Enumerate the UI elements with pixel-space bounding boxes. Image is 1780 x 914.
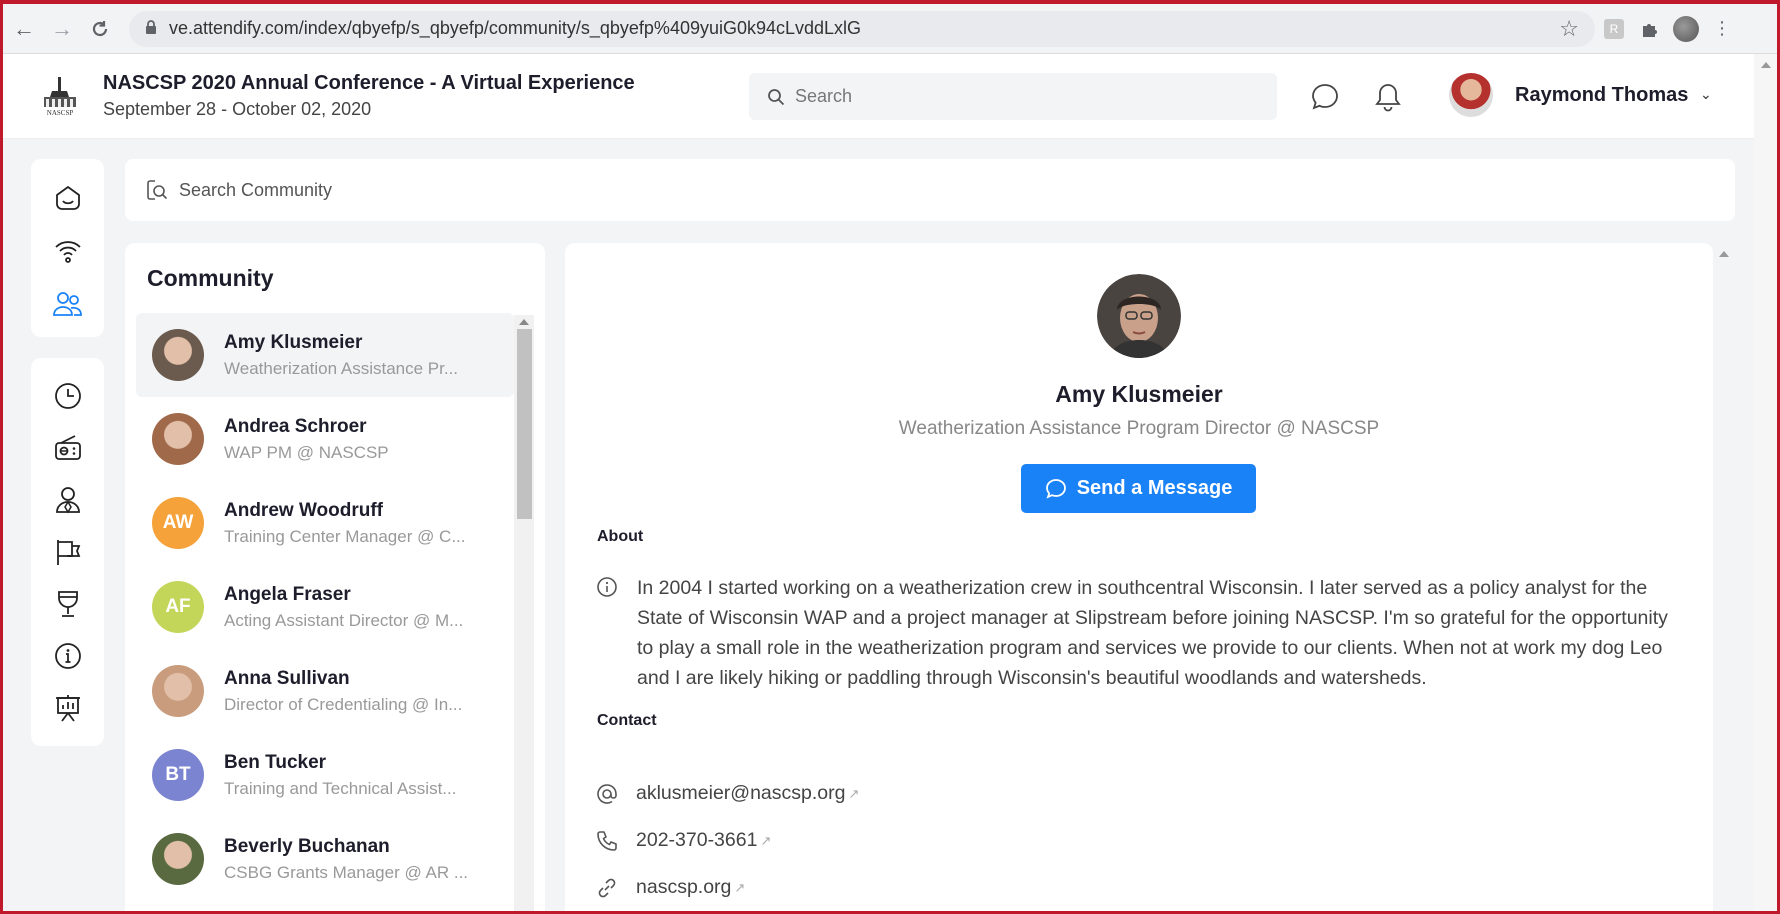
chat-icon[interactable] [1308,80,1342,114]
person-name: Anna Sullivan [224,667,350,689]
puzzle-extensions-icon[interactable] [1633,12,1667,46]
person-name: Andrew Woodruff [224,499,384,521]
contact-email[interactable]: aklusmeier@nascsp.org ↗ [596,782,859,805]
person-avatar: AF [152,581,204,633]
person-role: WAP PM @ NASCSP [224,442,389,462]
radio-icon[interactable] [48,428,88,468]
community-list-item[interactable]: BT Ben Tucker Training and Technical Assis… [136,733,514,817]
bell-icon[interactable] [1371,80,1405,114]
profile-avatar [1097,274,1181,358]
chat-icon [1045,478,1066,499]
send-message-label: Send a Message [1076,477,1233,499]
info-icon[interactable] [48,636,88,676]
phone-link[interactable]: 202-370-3661 [636,829,757,852]
community-list-item[interactable]: Beverly Buchanan CSBG Grants Manager @ AR… [136,817,514,901]
nav-rail-top [31,159,104,337]
email-link[interactable]: aklusmeier@nascsp.org [636,782,845,805]
search-community-icon [147,180,168,200]
website-link[interactable]: nascsp.org [636,876,731,899]
contact-website[interactable]: nascsp.org ↗ [596,876,745,899]
people-list: Amy Klusmeier Weatherization Assistance P… [136,313,514,901]
community-list-panel: Community Amy Klusmeier Weatherization As… [125,243,545,914]
bookmark-star-icon[interactable]: ☆ [1559,16,1579,42]
person-avatar [152,329,204,381]
at-sign-icon [597,783,617,804]
conference-dates: September 28 - October 02, 2020 [103,99,372,119]
conference-title: NASCSP 2020 Annual Conference - A Virtua… [103,72,635,94]
profile-name: Amy Klusmeier [1055,381,1223,407]
external-link-icon: ↗ [760,832,772,848]
profile-title: Weatherization Assistance Program Direct… [898,418,1380,439]
person-role: Training Center Manager @ C... [224,526,466,546]
person-name: Amy Klusmeier [224,331,363,353]
contact-label: Contact [597,712,657,729]
search-icon [768,88,785,105]
person-role: Weatherization Assistance Pr... [224,358,459,378]
person-avatar [152,413,204,465]
person-role: Director of Credentialing @ In... [224,694,463,714]
about-label: About [597,528,644,545]
person-role: CSBG Grants Manager @ AR ... [224,862,469,882]
live-stream-icon[interactable] [48,232,88,271]
page-scrollbar[interactable] [1754,54,1777,914]
person-avatar [152,665,204,717]
community-list-item[interactable]: Anna Sullivan Director of Credentialing @… [136,649,514,733]
profile-detail-panel: Amy Klusmeier Weatherization Assistance … [565,243,1713,914]
community-icon[interactable] [48,284,88,323]
browser-menu-icon[interactable]: ⋮ [1705,12,1739,46]
community-search-placeholder: Search Community [179,179,333,200]
person-avatar [152,833,204,885]
back-icon[interactable]: ← [7,12,41,46]
person-role: Training and Technical Assist... [224,778,457,798]
person-name: Andrea Schroer [224,415,367,437]
person-name: Angela Fraser [224,583,351,605]
community-list-item[interactable]: AW Andrew Woodruff Training Center Manager… [136,481,514,565]
forward-icon[interactable]: → [45,12,79,46]
about-text: In 2004 I started working on a weatheriz… [637,577,1668,689]
browser-toolbar: ← → ve.attendify.com/index/qbyefp/s_qbye… [3,4,1777,54]
person-name: Beverly Buchanan [224,835,390,857]
address-bar[interactable]: ve.attendify.com/index/qbyefp/s_qbyefp/c… [129,10,1595,47]
exhibitors-flag-icon[interactable] [48,532,88,572]
community-title: Community [147,265,274,291]
phone-icon [597,830,617,851]
schedule-icon[interactable] [48,376,88,416]
speakers-icon[interactable] [48,480,88,520]
svg-text:NASCSP: NASCSP [47,109,74,117]
nascsp-logo[interactable]: NASCSP [35,71,85,121]
person-avatar: BT [152,749,204,801]
community-list-item[interactable]: AF Angela Fraser Acting Assistant Director… [136,565,514,649]
reload-icon[interactable] [83,12,117,46]
community-list-item[interactable]: Amy Klusmeier Weatherization Assistance P… [136,313,514,397]
detail-scrollbar[interactable] [1713,243,1734,914]
community-list-item[interactable]: Andrea Schroer WAP PM @ NASCSP [136,397,514,481]
profile-icon[interactable] [1669,12,1703,46]
user-name[interactable]: Raymond Thomas [1515,84,1688,107]
search-placeholder: Search [795,86,853,106]
community-search-input[interactable]: Search Community [125,159,1735,221]
contact-phone[interactable]: 202-370-3661 ↗ [596,829,771,852]
link-icon [598,878,616,897]
external-link-icon: ↗ [734,879,746,895]
info-icon [597,577,617,597]
extension-icon[interactable]: R [1597,12,1631,46]
user-avatar[interactable] [1449,73,1493,117]
chevron-down-icon[interactable]: ⌄ [1700,86,1712,103]
presentation-icon[interactable] [48,688,88,728]
send-message-button[interactable]: Send a Message [1021,464,1256,513]
list-scrollbar[interactable] [514,315,534,914]
person-avatar: AW [152,497,204,549]
global-search-input[interactable]: Search [749,73,1277,120]
app-header: NASCSP NASCSP 2020 Annual Conference - A… [3,54,1754,139]
lock-icon [145,18,157,39]
nav-rail-bottom [31,358,104,746]
home-icon[interactable] [48,179,88,218]
person-name: Ben Tucker [224,751,327,773]
url-text: ve.attendify.com/index/qbyefp/s_qbyefp/c… [169,18,862,38]
person-role: Acting Assistant Director @ M... [224,610,464,630]
external-link-icon: ↗ [848,785,860,801]
sponsors-icon[interactable] [48,584,88,624]
